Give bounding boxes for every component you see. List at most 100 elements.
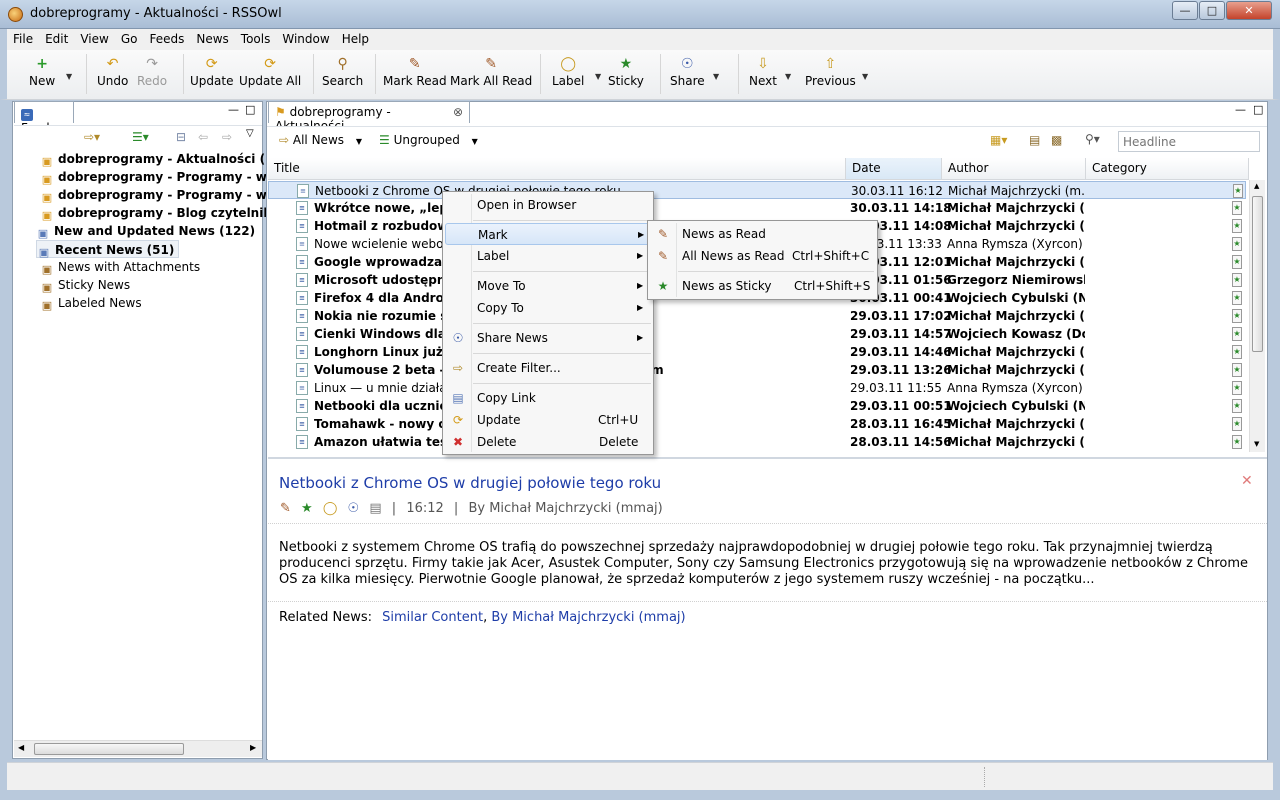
columns-icon[interactable]: ▤ (1029, 133, 1040, 147)
sticky-pin-icon[interactable]: ★ (1232, 291, 1242, 305)
menu-label[interactable]: Label ▶ (445, 245, 651, 267)
menu-view[interactable]: View (74, 29, 114, 46)
update-button[interactable]: ⟳ Update (190, 56, 233, 88)
menu-edit[interactable]: Edit (39, 29, 74, 46)
scroll-right-arrow[interactable]: ▶ (250, 743, 256, 752)
menu-file[interactable]: File (7, 29, 39, 46)
menu-feeds[interactable]: Feeds (143, 29, 190, 46)
table-row[interactable]: ≡ Nokia nie rozumie słow 29.03.11 17:02 Mic… (268, 307, 1246, 325)
collapse-all-icon[interactable]: ⊟ (176, 130, 186, 144)
scroll-down-arrow[interactable]: ▼ (1254, 440, 1259, 448)
menu-tools[interactable]: Tools (235, 29, 277, 46)
tab-dobreprogramy-aktualnosci[interactable]: ⚑ dobreprogramy - Aktualności ⊗ (268, 101, 470, 133)
tree-item[interactable]: ▣ News with Attachments (40, 258, 200, 276)
menu-news[interactable]: News (190, 29, 234, 46)
share-button[interactable]: ☉ Share (670, 56, 705, 88)
tree-item-selected[interactable]: ▣ Recent News (51) (36, 240, 180, 259)
grouping-dropdown[interactable]: ☰ Ungrouped ▼ (379, 133, 478, 147)
tree-item[interactable]: ▣ Sticky News (40, 276, 130, 294)
filter-icon[interactable]: ⇨▾ (84, 130, 100, 144)
forward-icon[interactable]: ⇨ (222, 130, 232, 144)
mark-read-icon[interactable]: ✎ (280, 501, 291, 516)
label-dropdown-arrow[interactable]: ▼ (595, 72, 601, 81)
search-button[interactable]: ⚲ Search (322, 56, 363, 88)
tree-item[interactable]: ▣ dobreprogramy - Programy - wersje (40, 168, 300, 186)
search-icon[interactable]: ⚲▾ (1085, 132, 1100, 146)
sticky-pin-icon[interactable]: ★ (1232, 399, 1242, 413)
headline-search-input[interactable] (1118, 131, 1260, 152)
previous-button[interactable]: ⇧ Previous (805, 56, 856, 88)
menu-go[interactable]: Go (115, 29, 144, 46)
sticky-pin-icon[interactable]: ★ (1232, 255, 1242, 269)
column-author[interactable]: Author (942, 158, 1086, 180)
menu-share-news[interactable]: ☉ Share News ▶ (445, 327, 651, 349)
menu-copy-to[interactable]: Copy To ▶ (445, 297, 651, 319)
menu-window[interactable]: Window (276, 29, 335, 46)
mark-read-button[interactable]: ✎ Mark Read (383, 56, 447, 88)
calendar-layout-icon[interactable]: ▦▾ (990, 133, 1007, 147)
column-date[interactable]: Date (846, 158, 942, 180)
table-row[interactable]: ≡ Volumouse 2 beta - nie 29.03.11 13:26 Mic… (268, 361, 1246, 379)
share-dropdown-arrow[interactable]: ▼ (713, 72, 719, 81)
table-row[interactable]: ≡ Amazon ułatwia testow 28.03.11 14:56 Mich… (268, 433, 1246, 451)
sticky-pin-icon[interactable]: ★ (1232, 219, 1242, 233)
sticky-pin-icon[interactable]: ★ (1233, 184, 1243, 198)
layout-icon[interactable]: ▩ (1051, 133, 1062, 147)
author-link[interactable]: By Michał Majchrzycki (mmaj) (491, 610, 685, 625)
column-category[interactable]: Category (1086, 158, 1249, 180)
scrollbar-thumb[interactable] (1252, 196, 1263, 352)
column-title[interactable]: Title (268, 158, 846, 180)
new-dropdown-arrow[interactable]: ▼ (66, 72, 72, 81)
sticky-icon[interactable]: ★ (301, 501, 313, 516)
mark-all-read-button[interactable]: ✎ Mark All Read (450, 56, 532, 88)
new-button[interactable]: + New (29, 56, 55, 88)
minimize-view-icon[interactable]: — (228, 103, 239, 116)
table-row[interactable]: ≡ Longhorn Linux już w w 29.03.11 14:46 Mic… (268, 343, 1246, 361)
next-dropdown-arrow[interactable]: ▼ (785, 72, 791, 81)
back-icon[interactable]: ⇦ (198, 130, 208, 144)
menu-create-filter[interactable]: ⇨ Create Filter... (445, 357, 651, 379)
update-all-button[interactable]: ⟳ Update All (239, 56, 301, 88)
tree-item[interactable]: ▣ dobreprogramy - Aktualności (22) (40, 150, 287, 168)
close-button[interactable]: ✕ (1226, 1, 1272, 20)
menu-delete[interactable]: ✖ Delete Delete (445, 431, 651, 453)
maximize-view-icon[interactable]: □ (1253, 103, 1263, 116)
menu-update[interactable]: ⟳ Update Ctrl+U (445, 409, 651, 431)
sticky-pin-icon[interactable]: ★ (1232, 363, 1242, 377)
table-row[interactable]: ≡ Tomahawk - nowy odtw 28.03.11 16:45 Micha… (268, 415, 1246, 433)
close-tab-icon[interactable]: ⊗ (453, 105, 463, 119)
redo-button[interactable]: ↷ Redo (137, 56, 167, 88)
sticky-pin-icon[interactable]: ★ (1232, 237, 1242, 251)
table-row[interactable]: ≡ Wkrótce nowe, „lepsze” 30.03.11 14:18 Mic… (268, 199, 1246, 217)
share-icon[interactable]: ☉ (348, 501, 360, 516)
sticky-pin-icon[interactable]: ★ (1232, 273, 1242, 287)
sticky-button[interactable]: ★ Sticky (608, 56, 644, 88)
sticky-pin-icon[interactable]: ★ (1232, 417, 1242, 431)
sticky-pin-icon[interactable]: ★ (1232, 327, 1242, 341)
previous-dropdown-arrow[interactable]: ▼ (862, 72, 868, 81)
sticky-pin-icon[interactable]: ★ (1232, 201, 1242, 215)
label-icon[interactable]: ◯ (323, 501, 338, 516)
feeds-horizontal-scrollbar[interactable]: ◀ ▶ (14, 740, 262, 757)
news-vertical-scrollbar[interactable]: ▲ ▼ (1249, 180, 1265, 452)
undo-button[interactable]: ↶ Undo (97, 56, 128, 88)
minimize-view-icon[interactable]: — (1235, 103, 1246, 116)
menu-open-in-browser[interactable]: Open in Browser (445, 194, 651, 216)
sticky-pin-icon[interactable]: ★ (1232, 309, 1242, 323)
copy-icon[interactable]: ▤ (369, 501, 381, 516)
all-news-filter[interactable]: ⇨ All News ▼ (279, 133, 362, 147)
sticky-pin-icon[interactable]: ★ (1232, 435, 1242, 449)
similar-content-link[interactable]: Similar Content (382, 610, 483, 625)
sticky-pin-icon[interactable]: ★ (1232, 345, 1242, 359)
menu-mark[interactable]: Mark ▶ (445, 223, 651, 245)
label-button[interactable]: ◯ Label (552, 56, 584, 88)
menu-news-as-sticky[interactable]: ★ News as Sticky Ctrl+Shift+S (650, 275, 875, 297)
scrollbar-thumb[interactable] (34, 743, 184, 755)
table-row[interactable]: ≡Netbooki z Chrome OS w drugiej połowie … (268, 181, 1246, 199)
table-row[interactable]: ≡ Cienki Windows dla firm 29.03.11 14:57 Wo… (268, 325, 1246, 343)
tree-item[interactable]: ▣ dobreprogramy - Programy - wersje (40, 186, 300, 204)
table-row[interactable]: ≡ Linux — u mnie działa! . 29.03.11 11:55 A… (268, 379, 1246, 397)
tree-item[interactable]: ▣ Labeled News (40, 294, 142, 312)
tree-item[interactable]: ▣ New and Updated News (122) (36, 222, 255, 240)
menu-help[interactable]: Help (336, 29, 375, 46)
